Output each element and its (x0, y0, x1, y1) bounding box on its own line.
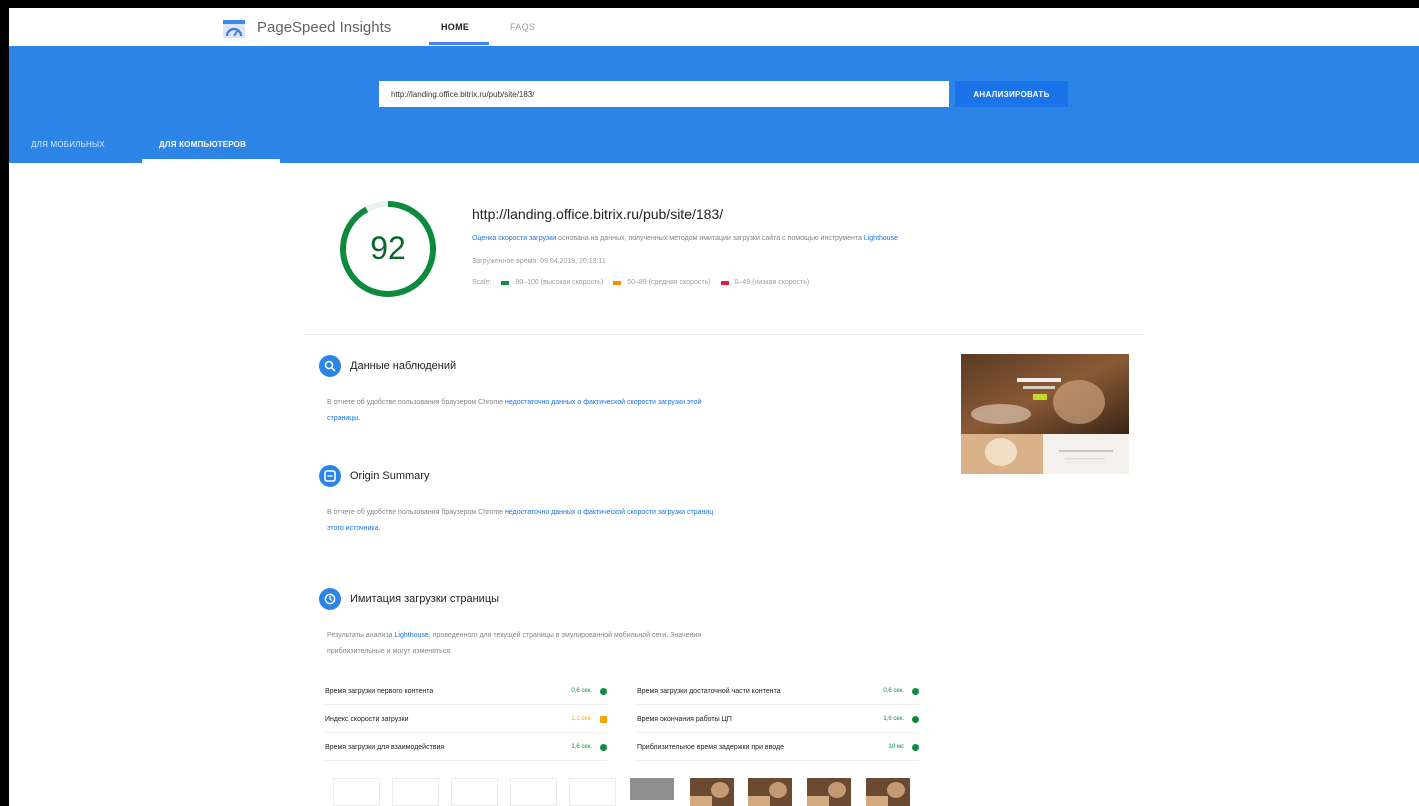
page-screenshot-thumbnail (961, 354, 1129, 474)
metric-row: Время окончания работы ЦП 1,6 сек. (637, 710, 919, 728)
filmstrip-frame-7 (690, 778, 734, 806)
field-text-a: В отчете об удобстве пользования браузер… (327, 399, 505, 406)
metric-name: Время загрузки для взаимодействия (325, 743, 445, 751)
lighthouse-link[interactable]: Lighthouse (864, 235, 898, 242)
origin-summary-link-end[interactable]: этого источника. (327, 525, 380, 532)
filmstrip-frame-1 (333, 778, 380, 806)
origin-summary-text: В отчете об удобстве пользования браузер… (327, 505, 897, 537)
metric-status-icon (600, 743, 607, 751)
metric-value: 1,6 сек. (571, 744, 592, 750)
field-data-link[interactable]: недостаточно данных о фактической скорос… (505, 399, 701, 406)
origin-summary-link[interactable]: недостаточно данных о фактической скорос… (505, 509, 713, 516)
metric-name: Время загрузки достаточной части контент… (637, 687, 781, 695)
metric-row: Индекс скорости загрузки 1,1 сек. (325, 710, 607, 728)
score-info-link[interactable]: Оценка скорости загрузки (472, 235, 556, 242)
metric-value: 1,1 сек. (571, 716, 592, 722)
filmstrip-frame-3 (451, 778, 498, 806)
nav-faq-link[interactable]: FAQS (510, 22, 535, 32)
metric-row: Время загрузки первого контента 0,6 сек. (325, 682, 607, 700)
lab-text-c: приблизительные и могут изменяться. (327, 648, 452, 655)
metric-status-icon (600, 687, 607, 695)
legend-average: 50–89 (средняя скорость) (627, 279, 711, 286)
metric-row: Приблизительное время задержки при вводе… (637, 738, 919, 756)
origin-summary-icon (319, 465, 341, 487)
score-value: 92 (370, 230, 406, 266)
metric-name: Приблизительное время задержки при вводе (637, 743, 784, 751)
metric-row: Время загрузки достаточной части контент… (637, 682, 919, 700)
tab-active-indicator (142, 159, 280, 163)
section-divider (304, 334, 1144, 335)
metric-divider (637, 732, 919, 733)
loaded-time: Загруженное время: 09.04.2019, 20:13:11 (472, 258, 606, 265)
score-description: Оценка скорости загрузки основана на дан… (472, 235, 898, 242)
filmstrip-frame-5 (569, 778, 616, 806)
score-desc-text: основана на данных, полученных методом и… (556, 235, 864, 242)
field-data-text: В отчете об удобстве пользования браузер… (327, 395, 897, 427)
nav-active-indicator (429, 42, 489, 45)
pagespeed-logo-icon (223, 20, 245, 38)
brand-title: PageSpeed Insights (257, 19, 392, 36)
analyze-button[interactable]: АНАЛИЗИРОВАТЬ (955, 81, 1068, 107)
legend-average-swatch (613, 280, 622, 285)
legend-fast-swatch (501, 280, 510, 285)
tab-desktop[interactable]: ДЛЯ КОМПЬЮТЕРОВ (159, 140, 246, 149)
legend-label: Scale: (472, 279, 492, 286)
score-legend: Scale: 90–100 (высокая скорость) 50–89 (… (472, 279, 809, 286)
field-data-icon (319, 355, 341, 377)
metric-status-icon (912, 687, 919, 695)
filmstrip-frame-4 (510, 778, 557, 806)
lab-lighthouse-link[interactable]: Lighthouse (395, 632, 429, 639)
analyzed-url: http://landing.office.bitrix.ru/pub/site… (472, 206, 724, 222)
metric-status-icon (912, 743, 919, 751)
metric-name: Индекс скорости загрузки (325, 715, 409, 723)
lab-text-b: , проведенного для текущей страницы в эм… (428, 632, 702, 639)
metric-value: 0,6 сек. (571, 688, 592, 694)
lab-data-text: Результаты анализа Lighthouse, проведенн… (327, 628, 927, 660)
metric-divider (637, 760, 919, 761)
metric-divider (325, 704, 607, 705)
origin-summary-title: Origin Summary (350, 470, 430, 482)
metric-status-icon (912, 715, 919, 723)
lab-data-icon (319, 588, 341, 610)
legend-slow-swatch (720, 280, 729, 285)
filmstrip-frame-9 (807, 778, 851, 806)
origin-text-a: В отчете об удобстве пользования браузер… (327, 509, 505, 516)
legend-slow: 0–49 (низкая скорость) (734, 279, 810, 286)
metric-row: Время загрузки для взаимодействия 1,6 сек… (325, 738, 607, 756)
filmstrip-frame-2 (392, 778, 439, 806)
lab-data-title: Имитация загрузки страницы (350, 593, 500, 605)
pagespeed-page: PageSpeed Insights HOME FAQS АНАЛИЗИРОВА… (9, 8, 1419, 806)
metric-value: 0,6 сек. (883, 688, 904, 694)
search-header: АНАЛИЗИРОВАТЬ ДЛЯ МОБИЛЬНЫХ ДЛЯ КОМПЬЮТЕ… (9, 46, 1419, 163)
url-input[interactable] (379, 81, 949, 107)
metric-name: Время окончания работы ЦП (637, 715, 732, 723)
top-bar: PageSpeed Insights HOME FAQS (9, 8, 1419, 46)
metric-divider (637, 704, 919, 705)
filmstrip-frame-6 (630, 778, 674, 800)
metric-divider (325, 732, 607, 733)
filmstrip-frame-10 (866, 778, 910, 806)
metric-name: Время загрузки первого контента (325, 687, 434, 695)
nav-home-link[interactable]: HOME (441, 22, 469, 32)
metric-status-icon (600, 715, 607, 723)
legend-fast: 90–100 (высокая скорость) (515, 279, 604, 286)
tab-mobile[interactable]: ДЛЯ МОБИЛЬНЫХ (31, 140, 105, 149)
metric-value: 10 мс (888, 744, 904, 750)
field-data-link-end[interactable]: страницы. (327, 415, 360, 422)
lab-text-a: Результаты анализа (327, 632, 395, 639)
metric-value: 1,6 сек. (883, 716, 904, 722)
metric-divider (325, 760, 607, 761)
filmstrip-frame-8 (748, 778, 792, 806)
field-data-title: Данные наблюдений (350, 360, 457, 372)
